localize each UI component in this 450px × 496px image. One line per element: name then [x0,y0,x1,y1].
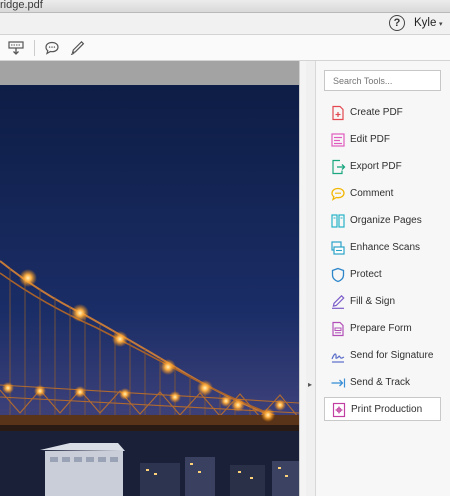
tool-label: Edit PDF [350,134,391,145]
tool-comment[interactable]: Comment [324,182,441,206]
tool-label: Print Production [351,404,423,415]
vertical-scrollbar[interactable] [299,61,306,496]
tool-label: Organize Pages [350,215,422,226]
window-title: ridge.pdf [0,0,43,11]
organize-pages-icon [331,214,345,228]
print-production-icon [332,402,346,418]
chevron-down-icon[interactable]: ▾ [439,20,443,28]
account-bar: ? Kyle ▾ [0,13,450,35]
collapse-arrow-icon[interactable]: ▸ [308,380,312,389]
tool-label: Create PDF [350,107,403,118]
toolbar-separator [34,40,35,56]
tool-label: Protect [350,269,382,280]
tool-protect[interactable]: Protect [324,263,441,287]
tool-label: Prepare Form [350,323,412,334]
tools-panel: Create PDF Edit PDF Export PDF Comment O… [316,61,450,496]
tool-edit-pdf[interactable]: Edit PDF [324,128,441,152]
tool-label: Comment [350,188,394,199]
document-gutter [0,61,299,85]
tool-fill-sign[interactable]: Fill & Sign [324,290,441,314]
toolbar [0,35,450,61]
send-for-signature-icon [331,353,345,363]
tool-export-pdf[interactable]: Export PDF [324,155,441,179]
tool-label: Export PDF [350,161,402,172]
tool-label: Fill & Sign [350,296,396,307]
tool-send-for-signature[interactable]: Send for Signature [324,344,441,368]
protect-shield-icon [331,267,345,283]
edit-pdf-icon [331,133,345,147]
user-name[interactable]: Kyle [414,17,436,29]
document-view[interactable] [0,61,306,496]
pen-icon[interactable] [69,40,85,56]
enhance-scans-icon [331,241,345,255]
panel-collapse-strip[interactable] [306,61,316,496]
tool-label: Send for Signature [350,350,434,361]
prepare-form-icon [332,321,344,337]
tool-print-production[interactable]: Print Production [324,397,441,421]
export-pdf-icon [332,159,346,175]
tool-send-track[interactable]: Send & Track [324,371,441,395]
title-bar: ridge.pdf [0,0,450,13]
create-pdf-icon [332,105,344,121]
search-tools-input[interactable] [324,70,441,91]
tool-label: Send & Track [350,377,411,388]
tool-enhance-scans[interactable]: Enhance Scans [324,236,441,260]
comment-icon [331,187,345,201]
tool-label: Enhance Scans [350,242,421,253]
comment-icon[interactable] [44,40,60,56]
bridge-night-photo [0,85,299,496]
send-track-icon [331,378,346,388]
fill-sign-icon [332,294,345,309]
help-icon[interactable]: ? [389,15,405,31]
scan-to-pdf-icon[interactable] [8,40,24,56]
tool-prepare-form[interactable]: Prepare Form [324,317,441,341]
tool-create-pdf[interactable]: Create PDF [324,101,441,125]
tool-organize-pages[interactable]: Organize Pages [324,209,441,233]
